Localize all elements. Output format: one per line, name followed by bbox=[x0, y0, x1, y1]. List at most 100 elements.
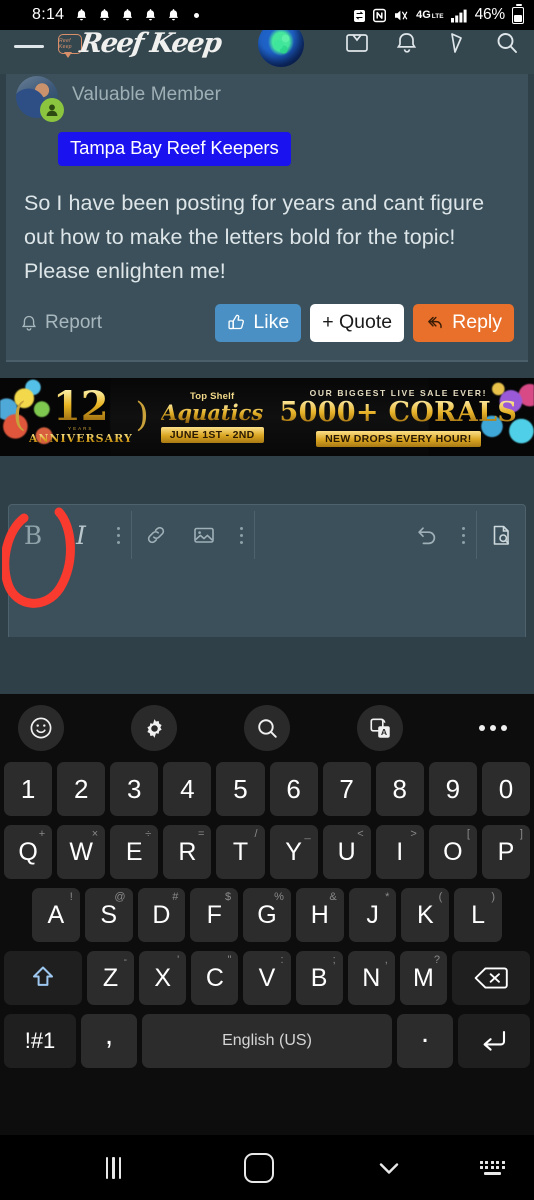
hamburger-icon[interactable] bbox=[14, 41, 44, 63]
site-logo[interactable]: Reef Keep Reef Keep bbox=[58, 30, 223, 74]
link-button[interactable] bbox=[132, 505, 180, 565]
key-r[interactable]: = R bbox=[163, 825, 212, 879]
italic-button[interactable]: I bbox=[57, 505, 105, 565]
history-overflow-button[interactable] bbox=[450, 505, 476, 565]
bell-icon bbox=[121, 8, 134, 22]
backspace-key[interactable] bbox=[451, 951, 530, 1005]
key-7[interactable]: 7 bbox=[322, 762, 371, 816]
quote-button[interactable]: + Quote bbox=[310, 304, 405, 342]
key-k[interactable]: (K bbox=[401, 888, 450, 942]
logo-badge-text: Reef Keep bbox=[59, 38, 72, 50]
activity-icon[interactable] bbox=[444, 30, 470, 56]
globe-icon[interactable] bbox=[258, 30, 305, 67]
key-h[interactable]: & H bbox=[295, 888, 344, 942]
key-label: 5 bbox=[233, 773, 248, 804]
key-label: F bbox=[206, 900, 222, 929]
key-p[interactable]: ] P bbox=[481, 825, 530, 879]
comma-key[interactable]: , bbox=[81, 1014, 137, 1068]
ad-sale-block: OUR BIGGEST LIVE SALE EVER! 5000+ CORALS… bbox=[276, 388, 522, 447]
key-c[interactable]: " C bbox=[191, 951, 239, 1005]
key-label: W bbox=[69, 837, 93, 866]
post-primary-actions: Like + Quote Reply bbox=[215, 304, 514, 342]
image-button[interactable] bbox=[180, 505, 228, 565]
key-label: K bbox=[417, 900, 434, 929]
shift-key[interactable] bbox=[4, 951, 82, 1005]
zxcv-row: -Z ' X " C :V ; B ,N ? M bbox=[4, 951, 530, 1005]
symbols-key[interactable]: !#1 bbox=[4, 1014, 76, 1068]
key-6[interactable]: 6 bbox=[269, 762, 318, 816]
nfc-icon bbox=[373, 8, 387, 23]
key-5[interactable]: 5 bbox=[216, 762, 265, 816]
key-d[interactable]: # D bbox=[137, 888, 186, 942]
key-y[interactable]: _ Y bbox=[269, 825, 318, 879]
key-l[interactable]: ) L bbox=[454, 888, 503, 942]
key-sup: # bbox=[172, 891, 179, 903]
key-f[interactable]: $ F bbox=[190, 888, 239, 942]
ad-sale-headline: 5000+ CORALS bbox=[279, 396, 518, 428]
space-key[interactable]: English (US) bbox=[142, 1014, 392, 1068]
key-a[interactable]: ! A bbox=[31, 888, 80, 942]
key-label: 7 bbox=[339, 773, 354, 804]
key-w[interactable]: × W bbox=[57, 825, 106, 879]
more-options-icon[interactable] bbox=[470, 705, 516, 751]
key-3[interactable]: 3 bbox=[110, 762, 159, 816]
recents-icon[interactable] bbox=[84, 1135, 144, 1200]
key-g[interactable]: % G bbox=[243, 888, 291, 942]
search-icon[interactable] bbox=[494, 30, 520, 56]
inbox-icon[interactable] bbox=[344, 30, 370, 56]
status-badge[interactable]: Tampa Bay Reef Keepers bbox=[58, 132, 291, 166]
key-u[interactable]: < U bbox=[322, 825, 371, 879]
text-overflow-button[interactable] bbox=[105, 505, 131, 565]
online-person-badge-icon bbox=[40, 98, 64, 122]
key-j[interactable]: * J bbox=[348, 888, 397, 942]
settings-gear-icon[interactable] bbox=[131, 705, 177, 751]
key-1[interactable]: 1 bbox=[4, 762, 53, 816]
key-0[interactable]: 0 bbox=[481, 762, 530, 816]
emoji-icon[interactable] bbox=[18, 705, 64, 751]
home-icon[interactable] bbox=[244, 1152, 275, 1183]
back-chevron-icon[interactable] bbox=[374, 1153, 404, 1183]
thread-scroll-area[interactable]: Valuable Member Tampa Bay Reef Keepers S… bbox=[0, 74, 534, 637]
key-t[interactable]: / T bbox=[216, 825, 265, 879]
key-8[interactable]: 8 bbox=[375, 762, 424, 816]
key-2[interactable]: 2 bbox=[57, 762, 106, 816]
key-9[interactable]: 9 bbox=[428, 762, 477, 816]
header-actions bbox=[344, 30, 520, 56]
key-v[interactable]: :V bbox=[243, 951, 291, 1005]
enter-key[interactable] bbox=[458, 1014, 530, 1068]
reply-button[interactable]: Reply bbox=[413, 304, 514, 342]
key-label: L bbox=[471, 900, 486, 929]
period-key[interactable]: . bbox=[397, 1014, 453, 1068]
avatar[interactable] bbox=[16, 76, 64, 122]
bold-button[interactable]: B bbox=[9, 505, 57, 565]
advertisement-banner[interactable]: ( ) 12 YEARS ANNIVERSARY Top Shelf Aquat… bbox=[0, 378, 534, 456]
key-x[interactable]: ' X bbox=[139, 951, 187, 1005]
hide-keyboard-icon[interactable] bbox=[479, 1160, 505, 1175]
post-author-meta: Valuable Member bbox=[72, 84, 221, 106]
undo-button[interactable] bbox=[402, 505, 450, 565]
preview-button[interactable] bbox=[477, 505, 525, 565]
like-button[interactable]: Like bbox=[215, 304, 302, 342]
key-4[interactable]: 4 bbox=[163, 762, 212, 816]
key-o[interactable]: [O bbox=[428, 825, 477, 879]
search-icon[interactable] bbox=[244, 705, 290, 751]
key-n[interactable]: ,N bbox=[347, 951, 395, 1005]
key-label: X bbox=[154, 963, 172, 992]
status-bar-clock: 8:14 bbox=[32, 6, 65, 23]
enter-return-icon bbox=[478, 1026, 510, 1056]
key-z[interactable]: -Z bbox=[87, 951, 135, 1005]
post-action-bar: Report Like + Quote Reply bbox=[6, 288, 528, 360]
insert-overflow-button[interactable] bbox=[228, 505, 254, 565]
key-e[interactable]: ÷ E bbox=[110, 825, 159, 879]
message-input-area[interactable] bbox=[9, 565, 525, 637]
key-label: V bbox=[258, 963, 276, 992]
report-button[interactable]: Report bbox=[20, 312, 102, 334]
key-i[interactable]: > I bbox=[375, 825, 424, 879]
key-s[interactable]: @ S bbox=[84, 888, 133, 942]
key-sup: / bbox=[254, 828, 258, 840]
key-m[interactable]: ? M bbox=[399, 951, 447, 1005]
key-q[interactable]: + Q bbox=[4, 825, 53, 879]
notification-bell-icon[interactable] bbox=[394, 30, 420, 56]
translate-icon[interactable]: A bbox=[357, 705, 403, 751]
key-b[interactable]: ; B bbox=[295, 951, 343, 1005]
